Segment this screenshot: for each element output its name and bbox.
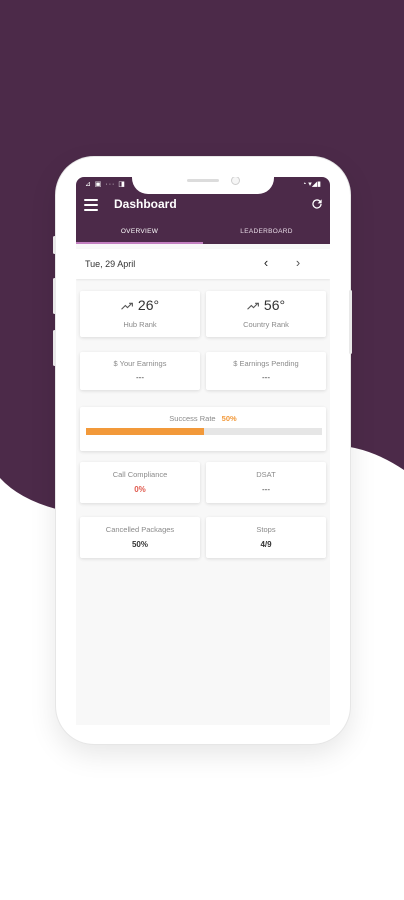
date-bar: Tue, 29 April ‹ › [76,249,330,279]
dsat-card: DSAT --- [206,462,326,503]
country-rank-value: 56° [263,297,286,313]
country-rank-card: 56° Country Rank [206,291,326,337]
success-rate-progress-fill [86,428,204,435]
hub-rank-label: Hub Rank [123,320,157,329]
date-label: Tue, 29 April [85,259,136,269]
success-rate-row: Success Rate 50% [80,414,326,423]
phone-notch [132,177,274,194]
app-screen: ⊿ ▣ ··· ◨ ◔ ▾◢▮ Dashboard OVERVIEW LEADE… [76,177,330,725]
status-icons-left: ⊿ ▣ ··· ◨ [85,181,126,188]
stops-label: Stops [256,525,276,534]
your-earnings-value: --- [136,373,144,382]
phone-side-button [53,236,56,254]
stops-value: 4/9 [260,540,272,549]
status-icons-right: ◔ ▾◢▮ [302,181,321,188]
chevron-left-icon[interactable]: ‹ [258,256,274,272]
call-compliance-value: 0% [134,485,146,494]
success-rate-progress [86,428,322,435]
tab-bar: OVERVIEW LEADERBOARD [76,219,330,244]
page-title: Dashboard [114,197,177,211]
phone-volume-up-button [53,278,56,314]
call-compliance-label: Call Compliance [112,470,168,479]
trending-up-icon [247,303,259,310]
country-rank-label: Country Rank [243,320,289,329]
earnings-pending-value: --- [262,373,270,382]
speaker-grille [187,179,219,182]
chevron-right-icon[interactable]: › [290,256,306,272]
phone-frame: ⊿ ▣ ··· ◨ ◔ ▾◢▮ Dashboard OVERVIEW LEADE… [56,157,350,744]
tab-overview[interactable]: OVERVIEW [76,219,203,244]
refresh-icon[interactable] [310,197,324,211]
menu-icon[interactable] [84,199,98,211]
cancelled-packages-card: Cancelled Packages 50% [80,517,200,558]
your-earnings-label: $ Your Earnings [113,359,167,368]
earnings-pending-label: $ Earnings Pending [233,359,299,368]
dsat-label: DSAT [256,470,276,479]
front-camera [231,177,240,185]
hub-rank-value: 26° [137,297,160,313]
cancelled-packages-value: 50% [131,540,148,549]
success-rate-card: Success Rate 50% [80,407,326,451]
phone-volume-down-button [53,330,56,366]
earnings-pending-card: $ Earnings Pending --- [206,352,326,390]
success-rate-value: 50% [221,414,237,423]
hub-rank-row: 26° [80,297,200,313]
success-rate-label: Success Rate [169,414,216,423]
hub-rank-card: 26° Hub Rank [80,291,200,337]
tab-indicator [76,242,203,244]
cancelled-packages-label: Cancelled Packages [105,525,175,534]
phone-power-button [349,290,352,354]
stops-card: Stops 4/9 [206,517,326,558]
dsat-value: --- [262,485,270,494]
tab-leaderboard[interactable]: LEADERBOARD [203,219,330,244]
call-compliance-card: Call Compliance 0% [80,462,200,503]
your-earnings-card: $ Your Earnings --- [80,352,200,390]
trending-up-icon [121,303,133,310]
country-rank-row: 56° [206,297,326,313]
